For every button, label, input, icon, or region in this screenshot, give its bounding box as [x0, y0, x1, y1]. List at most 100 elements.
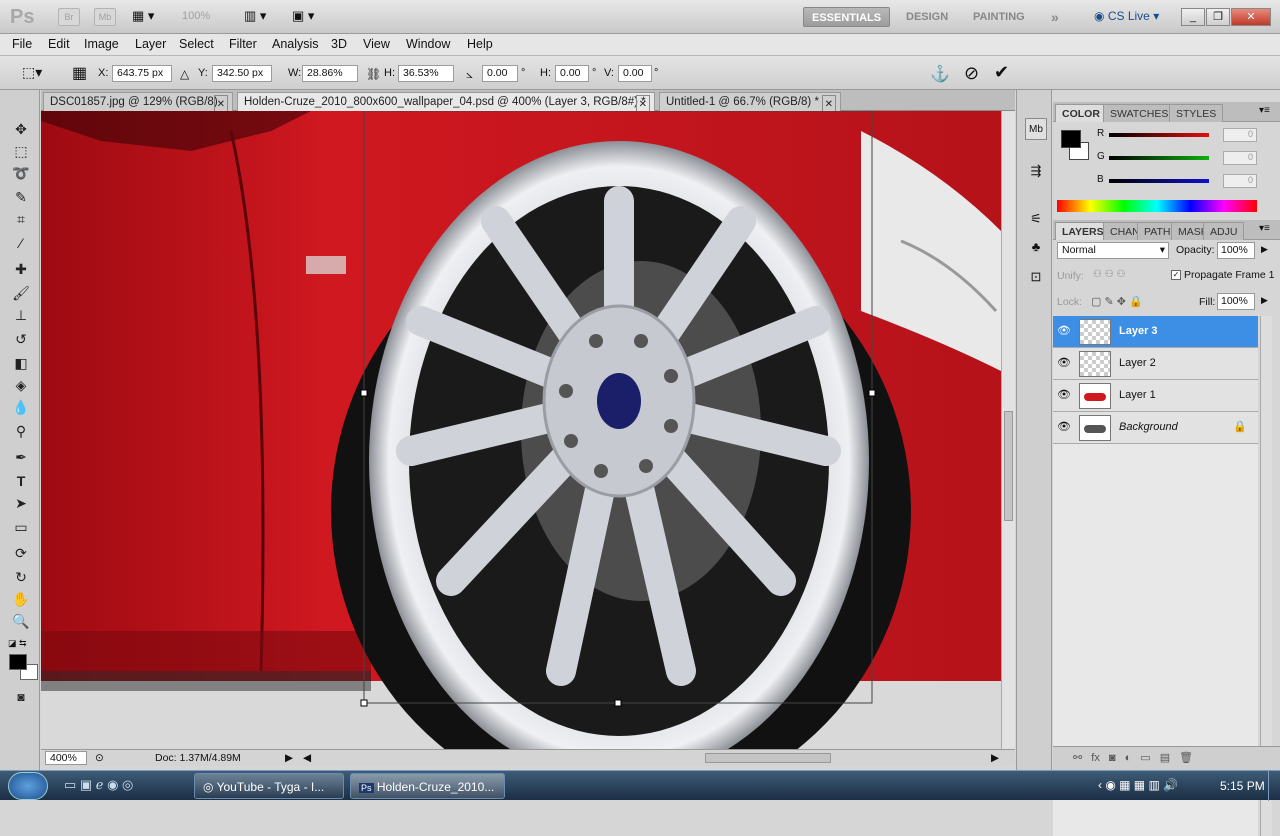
red-slider[interactable] — [1109, 133, 1209, 137]
menu-window[interactable]: Window — [406, 37, 450, 51]
commit-transform-icon[interactable]: ✔ — [994, 62, 1009, 83]
healing-brush-tool-icon[interactable]: ✚ — [10, 258, 32, 280]
blend-mode-dropdown[interactable]: Normal ▾ — [1057, 242, 1169, 259]
show-desktop-button[interactable] — [1268, 771, 1280, 801]
minibridge-button[interactable]: Mb — [94, 8, 116, 26]
tab-untitled-1[interactable]: Untitled-1 @ 66.7% (RGB/8) * ✕ — [659, 92, 841, 115]
mini-bridge-icon[interactable]: Mb — [1025, 118, 1047, 140]
menu-file[interactable]: File — [12, 37, 32, 51]
green-slider[interactable] — [1109, 156, 1209, 160]
menu-image[interactable]: Image — [84, 37, 119, 51]
cs-live-menu[interactable]: ◉ CS Live ▾ — [1094, 9, 1159, 23]
layer-row-background[interactable]: 👁 Background 🔒 — [1053, 412, 1258, 444]
zoom-tool-icon[interactable]: 🔍 — [10, 610, 32, 632]
zoom-field[interactable]: 400% — [45, 751, 87, 765]
restore-button[interactable]: ❐ — [1206, 8, 1230, 26]
quick-launch-icons[interactable]: ▭ ▣ ℯ ◉ ◎ — [64, 777, 133, 793]
path-selection-tool-icon[interactable]: ➤ — [10, 492, 32, 514]
history-brush-tool-icon[interactable]: ↺ — [10, 328, 32, 350]
paint-bucket-tool-icon[interactable]: ◈ — [10, 374, 32, 396]
workspace-painting[interactable]: PAINTING — [965, 7, 1033, 27]
height-field[interactable]: 36.53% — [398, 65, 454, 82]
tab-color[interactable]: COLOR — [1055, 104, 1107, 122]
workspace-essentials[interactable]: ESSENTIALS — [803, 7, 891, 27]
menu-analysis[interactable]: Analysis — [272, 37, 319, 51]
blue-slider[interactable] — [1109, 179, 1209, 183]
visibility-eye-icon[interactable]: 👁 — [1057, 388, 1071, 402]
tab-holden-cruze[interactable]: Holden-Cruze_2010_800x600_wallpaper_04.p… — [237, 92, 655, 115]
pen-tool-icon[interactable]: ✒ — [10, 446, 32, 468]
taskbar-chrome-youtube[interactable]: ◎ YouTube - Tyga - I... — [194, 773, 344, 799]
v-skew-field[interactable]: 0.00 — [618, 65, 652, 82]
layer-row-layer-1[interactable]: 👁 Layer 1 — [1053, 380, 1258, 412]
horizontal-scrollbar-thumb[interactable] — [705, 753, 831, 763]
zoom-level-dropdown[interactable]: 100% — [182, 10, 210, 22]
width-field[interactable]: 28.86% — [302, 65, 358, 82]
red-value[interactable]: 0 — [1223, 128, 1257, 142]
tab-adjustments[interactable]: ADJU — [1203, 222, 1245, 240]
close-button[interactable]: ✕ — [1231, 8, 1271, 26]
fill-field[interactable]: 100% — [1217, 293, 1255, 310]
tab-swatches[interactable]: SWATCHES — [1103, 104, 1176, 122]
menu-filter[interactable]: Filter — [229, 37, 257, 51]
menu-layer[interactable]: Layer — [135, 37, 166, 51]
scroll-right-icon[interactable]: ▶ — [991, 752, 999, 764]
visibility-eye-icon[interactable]: 👁 — [1057, 356, 1071, 370]
type-tool-icon[interactable]: T — [10, 470, 32, 492]
taskbar-photoshop[interactable]: Ps Holden-Cruze_2010... — [350, 773, 505, 799]
layer-row-layer-3[interactable]: 👁 Layer 3 — [1053, 316, 1258, 348]
crop-tool-icon[interactable]: ⌗ — [10, 208, 32, 230]
y-position-field[interactable]: 342.50 px — [212, 65, 272, 82]
panel-menu-icon[interactable]: ▾≡ — [1259, 105, 1270, 116]
x-position-field[interactable]: 643.75 px — [112, 65, 172, 82]
actions-panel-icon[interactable]: ⊡ — [1025, 266, 1047, 288]
status-menu-arrow-icon[interactable]: ▶ — [285, 752, 293, 764]
rectangle-tool-icon[interactable]: ▭ — [10, 516, 32, 538]
color-spectrum-ramp[interactable] — [1057, 200, 1257, 212]
screen-mode-icon[interactable]: ▣ ▾ — [292, 8, 326, 26]
eraser-tool-icon[interactable]: ◧ — [10, 352, 32, 374]
lasso-tool-icon[interactable]: ➰ — [10, 162, 32, 184]
move-tool-icon[interactable]: ✥ — [10, 118, 32, 140]
tray-icons[interactable]: ‹ ◉ ▦ ▦ ▥ 🔊 — [1098, 778, 1178, 792]
hand-tool-icon[interactable]: ✋ — [10, 588, 32, 610]
foreground-color-chip[interactable] — [1061, 130, 1081, 148]
bridge-button[interactable]: Br — [58, 8, 80, 26]
visibility-eye-icon[interactable]: 👁 — [1057, 420, 1071, 434]
default-colors-icon[interactable]: ◪ ⇆ — [8, 638, 27, 649]
brush-presets-icon[interactable]: ⚟ — [1025, 208, 1047, 230]
clone-stamp-tool-icon[interactable]: ⊥ — [10, 304, 32, 326]
reference-point-icon[interactable]: ▦ — [72, 63, 87, 83]
3d-rotate-tool-icon[interactable]: ⟳ — [10, 542, 32, 564]
clone-source-icon[interactable]: ♣ — [1025, 236, 1047, 258]
view-extras-icon[interactable]: ▦ ▾ — [132, 8, 166, 26]
brush-tool-icon[interactable]: 🖌 — [10, 282, 32, 304]
panel-menu-icon[interactable]: ▾≡ — [1259, 223, 1270, 234]
tab-styles[interactable]: STYLES — [1169, 104, 1224, 122]
menu-3d[interactable]: 3D — [331, 37, 347, 51]
clock[interactable]: 5:15 PM — [1220, 779, 1265, 793]
menu-help[interactable]: Help — [467, 37, 493, 51]
quick-selection-tool-icon[interactable]: ✎ — [10, 186, 32, 208]
marquee-tool-icon[interactable]: ⬚ — [10, 140, 32, 162]
opacity-slider-arrow-icon[interactable]: ▶ — [1261, 244, 1268, 255]
blue-value[interactable]: 0 — [1223, 174, 1257, 188]
canvas-vertical-scrollbar[interactable] — [1001, 111, 1015, 749]
relative-position-icon[interactable]: △ — [180, 67, 189, 81]
document-canvas[interactable] — [41, 111, 1001, 749]
scroll-left-icon[interactable]: ◀ — [303, 752, 311, 764]
visibility-eye-icon[interactable]: 👁 — [1057, 324, 1071, 338]
warp-mode-icon[interactable]: ⚓ — [930, 64, 950, 84]
3d-orbit-tool-icon[interactable]: ↻ — [10, 566, 32, 588]
start-button[interactable] — [8, 772, 48, 800]
transform-tool-icon[interactable]: ⬚▾ — [22, 64, 42, 81]
propagate-checkbox[interactable]: ✓ — [1171, 270, 1181, 280]
tab-dsc01857[interactable]: DSC01857.jpg @ 129% (RGB/8) ✕ — [43, 92, 233, 115]
lock-icons[interactable]: ▢ ✎ ✥ 🔒 — [1091, 295, 1143, 308]
eyedropper-tool-icon[interactable]: ⁄ — [10, 232, 32, 254]
menu-edit[interactable]: Edit — [48, 37, 70, 51]
blur-tool-icon[interactable]: 💧 — [10, 396, 32, 418]
rotate-field[interactable]: 0.00 — [482, 65, 518, 82]
more-workspaces-icon[interactable]: » — [1043, 7, 1067, 27]
dodge-tool-icon[interactable]: ⚲ — [10, 420, 32, 442]
